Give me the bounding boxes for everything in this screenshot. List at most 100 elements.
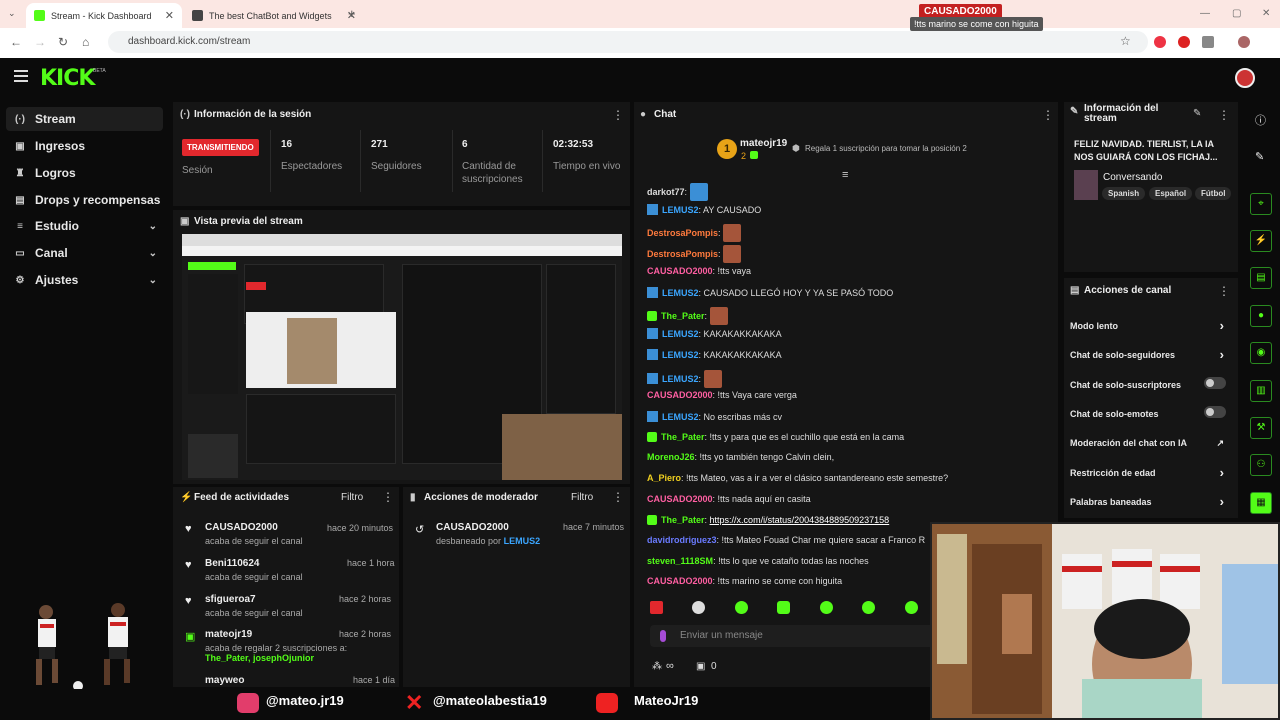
close-window-icon[interactable]: ✕ bbox=[1262, 8, 1270, 19]
chat-username[interactable]: davidrodriguez3 bbox=[647, 535, 717, 545]
layout-icon[interactable]: ▥ bbox=[1250, 380, 1272, 402]
minimize-icon[interactable]: — bbox=[1200, 8, 1210, 19]
tab-kick-dashboard[interactable]: Stream - Kick Dashboard ✕ bbox=[26, 3, 182, 28]
chat-username[interactable]: LEMUS2 bbox=[662, 350, 699, 360]
kebab-menu-icon[interactable]: ⋮ bbox=[1218, 284, 1230, 298]
menu-icon[interactable] bbox=[14, 70, 28, 82]
chat-username[interactable]: CAUSADO2000 bbox=[647, 494, 713, 504]
info-icon[interactable]: ⓘ bbox=[1255, 112, 1266, 128]
chat-username[interactable]: CAUSADO2000 bbox=[647, 390, 713, 400]
tag[interactable]: Español bbox=[1149, 187, 1193, 200]
collapse-icon[interactable]: ≡ bbox=[842, 169, 848, 181]
chat-username[interactable]: DestrosaPompis bbox=[647, 249, 718, 259]
emote-icon[interactable] bbox=[650, 601, 663, 614]
document-icon[interactable]: ▤ bbox=[1250, 267, 1272, 289]
action-followers-only[interactable]: Chat de solo-seguidores › bbox=[1070, 347, 1230, 362]
new-tab-icon[interactable]: + bbox=[348, 6, 356, 21]
chat-username[interactable]: MorenoJ26 bbox=[647, 452, 695, 462]
feed-user[interactable]: mateojr19 bbox=[205, 629, 252, 640]
sidebar-item-ajustes[interactable]: ⚙ Ajustes ⌄ bbox=[6, 268, 163, 292]
extension-icon[interactable] bbox=[1178, 36, 1190, 48]
sidebar-item-estudio[interactable]: ≡ Estudio ⌄ bbox=[6, 214, 163, 238]
extension-icon[interactable] bbox=[1154, 36, 1166, 48]
feed-user[interactable]: Beni110624 bbox=[205, 558, 260, 569]
tag[interactable]: Spanish bbox=[1102, 187, 1146, 200]
chat-username[interactable]: darkot77 bbox=[647, 187, 685, 197]
chat-link[interactable]: https://x.com/i/status/20043848895092371… bbox=[710, 515, 890, 525]
chat-username[interactable]: steven_1118SM bbox=[647, 556, 713, 566]
pencil-icon[interactable]: ✎ bbox=[1255, 150, 1264, 163]
filter-button[interactable]: Filtro bbox=[341, 492, 363, 503]
kebab-menu-icon[interactable]: ⋮ bbox=[1218, 108, 1230, 122]
mic-icon[interactable] bbox=[660, 630, 666, 642]
back-icon[interactable]: ← bbox=[10, 35, 22, 49]
sidebar-item-canal[interactable]: ▭ Canal ⌄ bbox=[6, 241, 163, 265]
chat-username[interactable]: LEMUS2 bbox=[662, 412, 699, 422]
feed-user[interactable]: CAUSADO2000 bbox=[205, 522, 278, 533]
chat-username[interactable]: LEMUS2 bbox=[662, 329, 699, 339]
broadcast-icon[interactable]: ◉ bbox=[1250, 342, 1272, 364]
tab-chatbot[interactable]: The best ChatBot and Widgets ✕ bbox=[184, 3, 364, 28]
chat-icon[interactable]: ● bbox=[1250, 305, 1272, 327]
sidebar-item-ingresos[interactable]: ▣ Ingresos bbox=[6, 134, 163, 158]
feed-user[interactable]: mayweo bbox=[205, 675, 244, 686]
mod-target-user[interactable]: CAUSADO2000 bbox=[436, 522, 509, 533]
chat-username[interactable]: The_Pater bbox=[661, 432, 705, 442]
chat-username[interactable]: LEMUS2 bbox=[662, 374, 699, 384]
emote-icon[interactable] bbox=[862, 601, 875, 614]
add-widget-icon[interactable]: ▦ bbox=[1250, 492, 1272, 514]
extensions-puzzle-icon[interactable] bbox=[1202, 36, 1214, 48]
kebab-menu-icon[interactable]: ⋮ bbox=[612, 108, 624, 122]
sidebar-item-logros[interactable]: ♜ Logros bbox=[6, 161, 163, 185]
lightning-icon[interactable]: ⚡ bbox=[1250, 230, 1272, 252]
edit-icon[interactable]: ✎ bbox=[1193, 108, 1201, 119]
users-icon[interactable]: ⚇ bbox=[1250, 454, 1272, 476]
chat-username[interactable]: LEMUS2 bbox=[662, 205, 699, 215]
clip-icon[interactable]: ⌖ bbox=[1250, 193, 1272, 215]
emote-icon[interactable] bbox=[820, 601, 833, 614]
chat-username[interactable]: CAUSADO2000 bbox=[647, 576, 713, 586]
maximize-icon[interactable]: ▢ bbox=[1232, 8, 1241, 19]
chat-username[interactable]: A_Piero bbox=[647, 473, 681, 483]
forward-icon[interactable]: → bbox=[34, 35, 46, 49]
gift-sub-prompt-icon[interactable]: ⬢ bbox=[792, 143, 800, 154]
pinned-user[interactable]: mateojr19 bbox=[740, 138, 787, 149]
category-name[interactable]: Conversando bbox=[1103, 172, 1162, 183]
action-ai-moderation[interactable]: Moderación del chat con IA ↗ bbox=[1070, 438, 1230, 448]
profile-icon[interactable] bbox=[1238, 36, 1250, 48]
emote-icon[interactable] bbox=[777, 601, 790, 614]
emotes-only-toggle[interactable] bbox=[1204, 406, 1226, 418]
category-thumbnail[interactable] bbox=[1074, 170, 1098, 200]
emote-icon[interactable] bbox=[905, 601, 918, 614]
action-banned-words[interactable]: Palabras baneadas › bbox=[1070, 494, 1230, 509]
filter-button[interactable]: Filtro bbox=[571, 492, 593, 503]
emote-icon[interactable] bbox=[692, 601, 705, 614]
tab-list-icon[interactable]: ⌄ bbox=[8, 8, 16, 19]
chat-username[interactable]: DestrosaPompis bbox=[647, 228, 718, 238]
kick-logo[interactable]: KICK bbox=[40, 66, 95, 91]
address-bar[interactable]: dashboard.kick.com/stream bbox=[108, 31, 1148, 53]
chat-username[interactable]: LEMUS2 bbox=[662, 288, 699, 298]
wrench-icon[interactable]: ⚒ bbox=[1250, 417, 1272, 439]
chat-username[interactable]: The_Pater bbox=[661, 515, 705, 525]
avatar[interactable] bbox=[1235, 68, 1255, 88]
close-tab-icon[interactable]: ✕ bbox=[165, 9, 174, 22]
chat-input[interactable]: Enviar un mensaje bbox=[650, 625, 940, 647]
emote-icon[interactable] bbox=[735, 601, 748, 614]
chat-username[interactable]: The_Pater bbox=[661, 311, 705, 321]
bookmark-star-icon[interactable]: ☆ bbox=[1120, 34, 1131, 48]
feed-user[interactable]: sfigueroa7 bbox=[205, 594, 256, 605]
kebab-menu-icon[interactable]: ⋮ bbox=[612, 490, 624, 504]
sidebar-item-drops[interactable]: ▤ Drops y recompensas bbox=[6, 188, 163, 212]
home-icon[interactable]: ⌂ bbox=[82, 35, 89, 49]
reload-icon[interactable]: ↻ bbox=[58, 35, 68, 49]
action-slow-mode[interactable]: Modo lento › bbox=[1070, 318, 1230, 333]
action-age-restriction[interactable]: Restricción de edad › bbox=[1070, 465, 1230, 480]
subscribers-only-toggle[interactable] bbox=[1204, 377, 1226, 389]
tag[interactable]: Fútbol bbox=[1195, 187, 1232, 200]
kebab-menu-icon[interactable]: ⋮ bbox=[1042, 108, 1054, 122]
kebab-menu-icon[interactable]: ⋮ bbox=[382, 490, 394, 504]
chat-username[interactable]: CAUSADO2000 bbox=[647, 266, 713, 276]
stream-preview-video[interactable] bbox=[182, 234, 622, 480]
mod-by-user[interactable]: LEMUS2 bbox=[504, 536, 541, 546]
